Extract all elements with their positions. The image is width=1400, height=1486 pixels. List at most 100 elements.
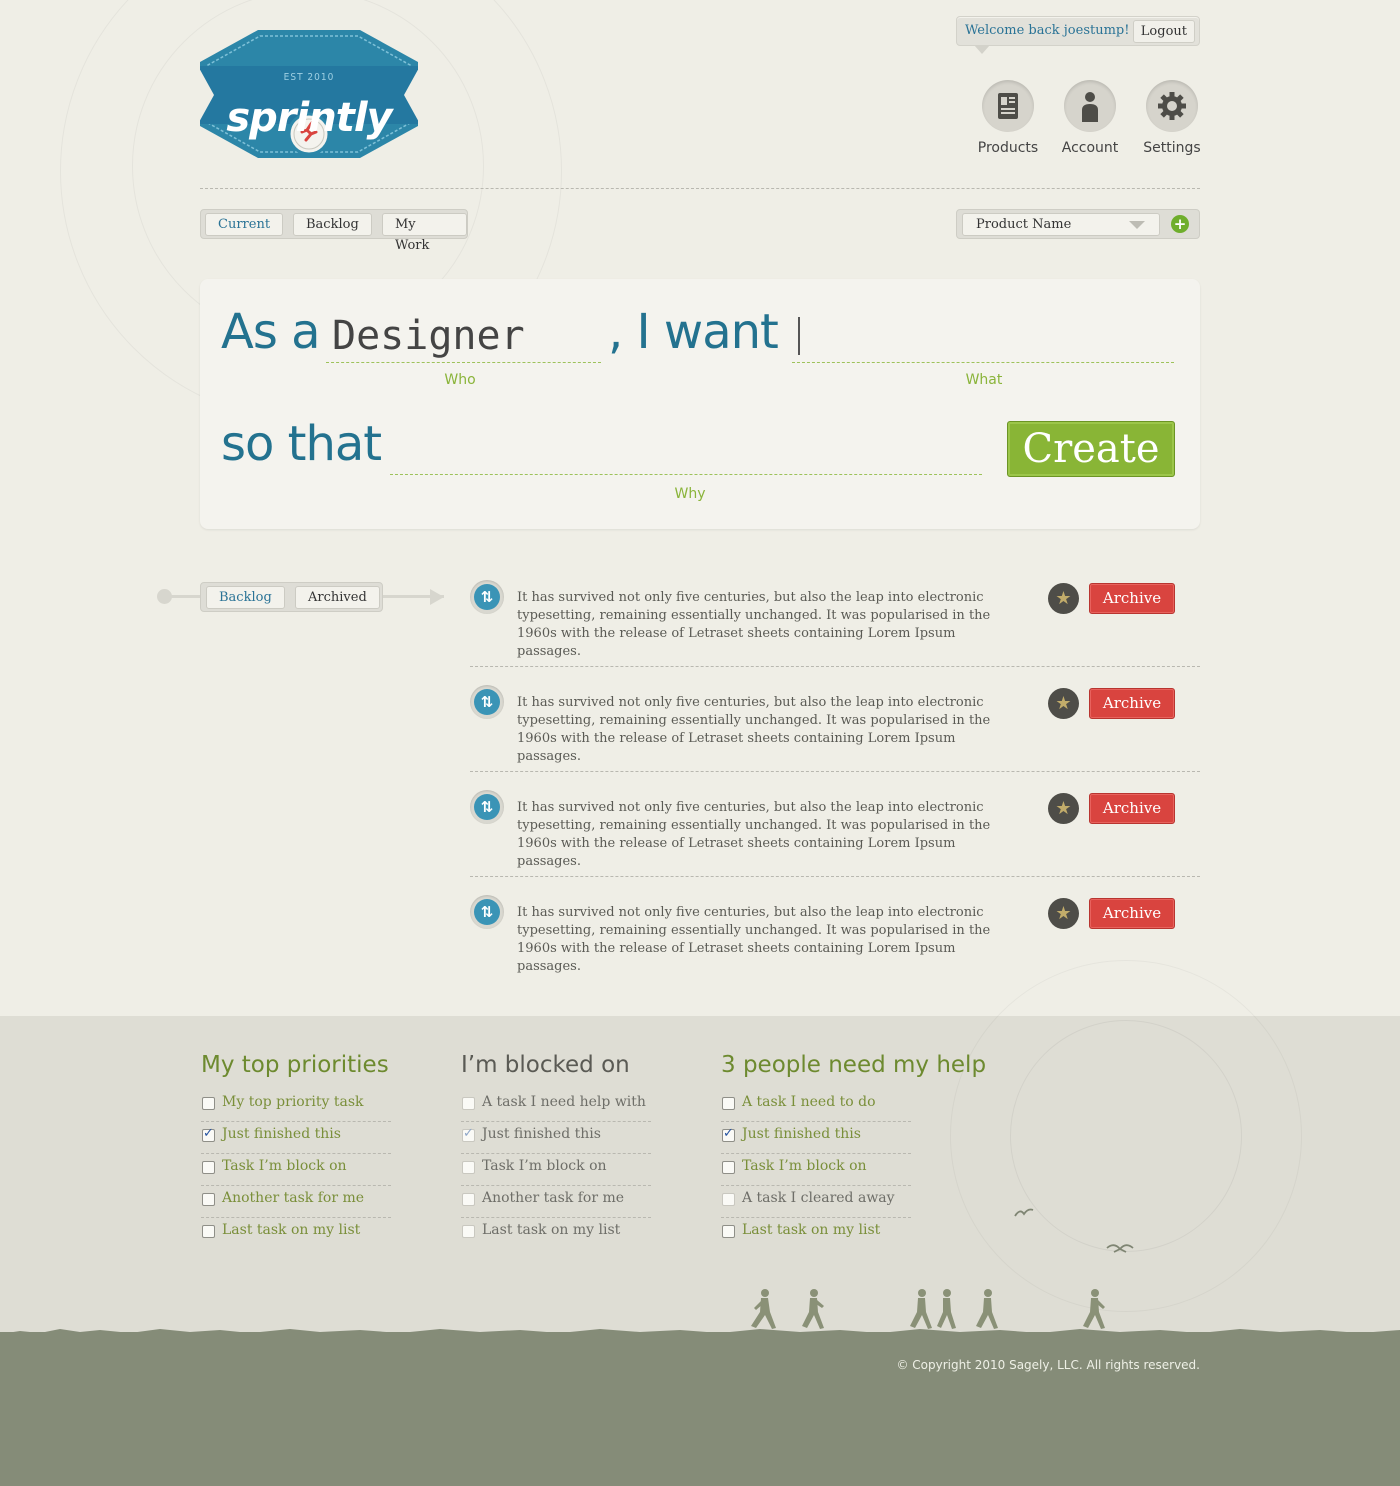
grass-edge — [0, 1329, 1400, 1336]
story-row: ⇅ It has survived not only five centurie… — [470, 790, 1200, 895]
runner-icon — [976, 1289, 998, 1329]
star-icon[interactable]: ★ — [1048, 583, 1079, 614]
task-item[interactable]: Last task on my list — [201, 1218, 391, 1249]
task-item[interactable]: Just finished this — [461, 1122, 651, 1154]
archive-button[interactable]: Archive — [1089, 688, 1175, 719]
task-item[interactable]: My top priority task — [201, 1090, 391, 1122]
star-icon[interactable]: ★ — [1048, 898, 1079, 929]
star-icon[interactable]: ★ — [1048, 793, 1079, 824]
brand-logo[interactable]: EST 2010 sprintly — [198, 28, 420, 160]
task-item[interactable]: Last task on my list — [461, 1218, 651, 1249]
sort-button[interactable]: ⇅ — [470, 685, 504, 719]
as-a-text: As a — [221, 304, 321, 360]
checkbox[interactable] — [722, 1126, 735, 1142]
column-title: My top priorities — [201, 1052, 389, 1078]
column-title: I’m blocked on — [461, 1052, 630, 1078]
column-title: 3 people need my help — [721, 1052, 987, 1078]
logout-button[interactable]: Logout — [1132, 20, 1195, 43]
checkbox[interactable] — [462, 1225, 475, 1238]
task-item[interactable]: Just finished this — [721, 1122, 911, 1154]
runner-icon — [802, 1289, 824, 1329]
what-underline — [792, 362, 1174, 363]
task-item[interactable]: A task I need help with — [461, 1090, 651, 1122]
nav-settings[interactable]: Settings — [1132, 80, 1212, 156]
archive-button[interactable]: Archive — [1089, 793, 1175, 824]
runner-icon — [751, 1289, 776, 1329]
story-text: It has survived not only five centuries,… — [517, 695, 991, 764]
so-that-text: so that — [221, 416, 382, 472]
sort-arrows-icon: ⇅ — [474, 794, 500, 820]
checkbox[interactable] — [462, 1161, 475, 1174]
view-tabs: Current Backlog My Work — [200, 209, 468, 253]
tab-list-backlog[interactable]: Backlog — [206, 586, 285, 609]
task-item[interactable]: Task I’m block on — [721, 1154, 911, 1186]
task-item[interactable]: Task I’m block on — [201, 1154, 391, 1186]
task-label: Task I’m block on — [742, 1158, 867, 1174]
nav-account-label: Account — [1061, 140, 1119, 156]
task-label: Last task on my list — [222, 1222, 361, 1238]
checkbox[interactable] — [722, 1097, 735, 1110]
nav-products-label: Products — [977, 140, 1039, 156]
checkbox[interactable] — [202, 1193, 215, 1206]
header-divider — [200, 188, 1200, 189]
sort-button[interactable]: ⇅ — [470, 580, 504, 614]
sort-button[interactable]: ⇅ — [470, 895, 504, 929]
task-label: Just finished this — [482, 1126, 601, 1142]
create-button[interactable]: Create — [1007, 421, 1175, 477]
nav-account[interactable]: Account — [1050, 80, 1130, 156]
nav-products[interactable]: Products — [968, 80, 1048, 156]
why-underline — [390, 474, 982, 475]
task-item[interactable]: A task I cleared away — [721, 1186, 911, 1218]
task-label: A task I need help with — [482, 1094, 646, 1110]
task-item[interactable]: Task I’m block on — [461, 1154, 651, 1186]
copyright: © Copyright 2010 Sagely, LLC. All rights… — [896, 1358, 1200, 1372]
task-label: Task I’m block on — [222, 1158, 347, 1174]
add-product-icon[interactable]: + — [1171, 215, 1189, 233]
checkbox[interactable] — [462, 1126, 475, 1142]
task-label: Last task on my list — [742, 1222, 881, 1238]
task-item[interactable]: Just finished this — [201, 1122, 391, 1154]
why-input[interactable] — [390, 424, 982, 472]
checkbox[interactable] — [202, 1097, 215, 1110]
checkbox[interactable] — [202, 1126, 215, 1142]
task-label: Another task for me — [482, 1190, 625, 1206]
tab-list-archived[interactable]: Archived — [295, 586, 380, 609]
archive-button[interactable]: Archive — [1089, 583, 1175, 614]
task-label: Task I’m block on — [482, 1158, 607, 1174]
story-divider — [470, 876, 1200, 877]
sort-arrows-icon: ⇅ — [474, 899, 500, 925]
task-item[interactable]: A task I need to do — [721, 1090, 911, 1122]
checkbox[interactable] — [722, 1193, 735, 1206]
tab-current[interactable]: Current — [205, 213, 284, 236]
star-icon[interactable]: ★ — [1048, 688, 1079, 719]
task-label: A task I cleared away — [742, 1190, 895, 1206]
task-item[interactable]: Another task for me — [461, 1186, 651, 1218]
sort-button[interactable]: ⇅ — [470, 790, 504, 824]
i-want-text: , I want — [608, 304, 779, 360]
checkbox[interactable] — [462, 1193, 475, 1206]
story-divider — [470, 666, 1200, 667]
tab-my-work[interactable]: My Work — [382, 213, 467, 253]
track-dot — [157, 589, 172, 604]
what-input[interactable] — [792, 312, 1174, 360]
checkbox[interactable] — [722, 1161, 735, 1174]
welcome-pointer — [974, 45, 990, 54]
who-underline — [326, 362, 601, 363]
account-icon — [1064, 80, 1116, 132]
checkbox[interactable] — [202, 1225, 215, 1238]
tab-backlog[interactable]: Backlog — [293, 213, 372, 236]
task-item[interactable]: Last task on my list — [721, 1218, 911, 1249]
task-item[interactable]: Another task for me — [201, 1186, 391, 1218]
checkbox[interactable] — [462, 1097, 475, 1110]
who-input[interactable]: Designer — [332, 313, 525, 359]
checkbox[interactable] — [202, 1161, 215, 1174]
sort-arrows-icon: ⇅ — [474, 584, 500, 610]
product-select[interactable]: Product Name — [962, 213, 1160, 236]
nav-settings-label: Settings — [1143, 140, 1201, 156]
logo-est: EST 2010 — [283, 72, 335, 83]
archive-button[interactable]: Archive — [1089, 898, 1175, 929]
what-label: What — [965, 372, 1003, 388]
welcome-bar: Welcome back joestump! Logout — [956, 16, 1200, 46]
checkbox[interactable] — [722, 1225, 735, 1238]
products-icon — [982, 80, 1034, 132]
